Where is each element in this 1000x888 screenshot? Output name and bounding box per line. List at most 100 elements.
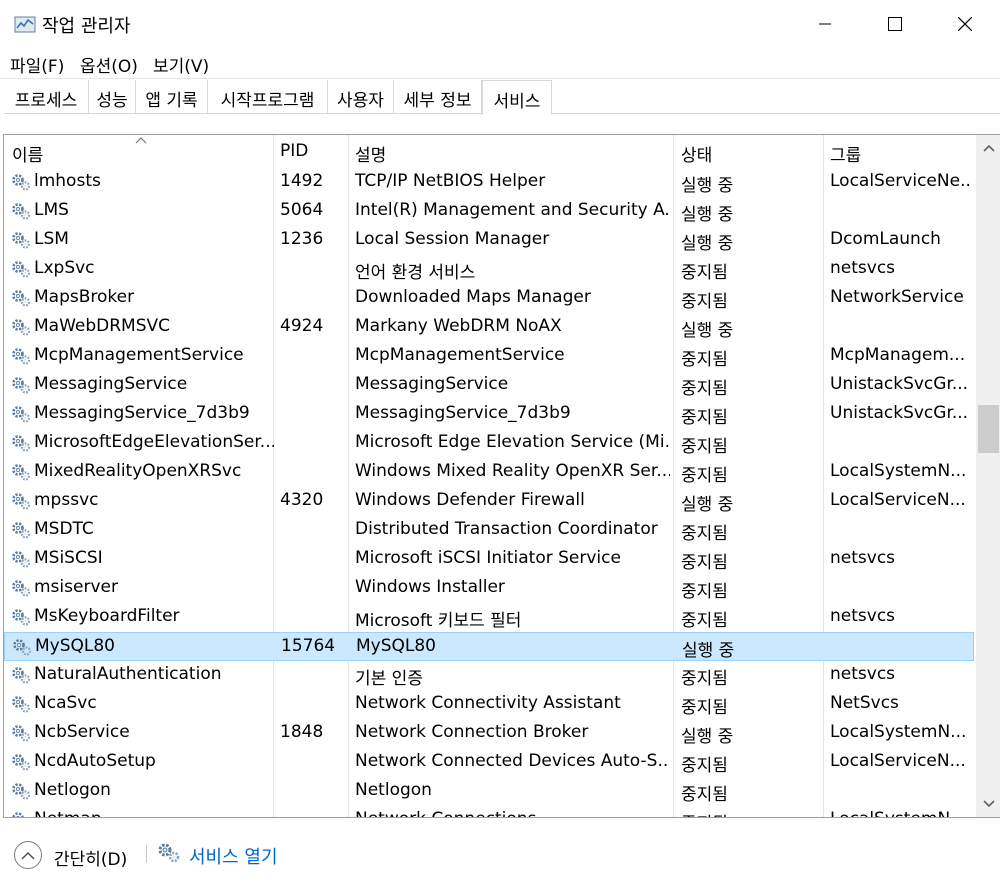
service-group: netsvcs (830, 664, 896, 684)
service-gear-icon (13, 639, 32, 656)
service-name: lmhosts (34, 171, 101, 191)
service-gear-icon (12, 783, 31, 800)
service-gear-icon (12, 812, 24, 817)
table-row[interactable]: LMS 5064 Intel(R) Management and Security … (4, 197, 974, 226)
service-description: Distributed Transaction Coordinator (355, 519, 658, 539)
service-description: Markany WebDRM NoAX (355, 316, 562, 336)
service-name: msiserver (34, 577, 118, 597)
table-row[interactable]: mpssvc 4320 Windows Defender Firewall 실행 중 L… (4, 487, 974, 516)
tab-performance[interactable]: 성능 (89, 80, 136, 114)
service-gear-icon (12, 667, 31, 684)
table-row[interactable]: NcdAutoSetup Network Connected Devices Au… (4, 748, 974, 777)
tab-details[interactable]: 세부 정보 (394, 80, 482, 114)
service-description: Network Connected Devices Auto-S... (355, 751, 670, 771)
service-description: MessagingService_7d3b9 (355, 403, 571, 423)
table-row[interactable]: MSiSCSI Microsoft iSCSI Initiator Service… (4, 545, 974, 574)
table-row[interactable]: Netlogon Netlogon 중지됨 (4, 777, 974, 806)
collapse-button[interactable] (14, 841, 42, 869)
tab-startup[interactable]: 시작프로그램 (208, 80, 328, 114)
service-group: UnistackSvcGr... (830, 374, 969, 394)
table-row[interactable]: NcaSvc Network Connectivity Assistant 중지됨 N… (4, 690, 974, 719)
menu-file[interactable]: 파일(F) (10, 52, 64, 77)
table-row[interactable]: NcbService 1848 Network Connection Broker 실… (4, 719, 974, 748)
service-status: 실행 중 (682, 641, 735, 661)
service-group: netsvcs (830, 548, 896, 568)
scroll-up-button[interactable] (976, 135, 1000, 160)
table-row[interactable]: NaturalAuthentication 기본 인증 중지됨 netsvcs (4, 661, 974, 690)
service-group: NetworkService (830, 287, 964, 307)
open-services-link[interactable]: 서비스 열기 (189, 843, 278, 869)
table-row[interactable]: MixedRealityOpenXRSvc Windows Mixed Reali… (4, 458, 974, 487)
service-status: 실행 중 (681, 321, 734, 341)
menu-options[interactable]: 옵션(O) (80, 52, 138, 77)
maximize-icon (888, 17, 902, 31)
service-name: LSM (34, 229, 69, 249)
service-name: MapsBroker (34, 287, 135, 307)
table-row[interactable]: Netman Network Connections 중지됨 LocalSystemN… (4, 806, 974, 817)
service-description: Microsoft Edge Elevation Service (Mi... (355, 432, 670, 452)
service-description: Downloaded Maps Manager (355, 287, 591, 307)
table-row[interactable]: MSDTC Distributed Transaction Coordinator… (4, 516, 974, 545)
service-group: McpManagem... (830, 345, 966, 365)
column-header-status[interactable]: 상태 (681, 135, 712, 168)
tab-services[interactable]: 서비스 (482, 80, 552, 115)
service-name: McpManagementService (34, 345, 244, 365)
minimize-icon (819, 23, 831, 25)
service-gear-icon (12, 174, 31, 191)
close-button[interactable] (930, 0, 1000, 48)
service-gear-icon (12, 261, 31, 278)
service-name: LMS (34, 200, 69, 220)
table-row[interactable]: MessagingService MessagingService 중지됨 Unist… (4, 371, 974, 400)
table-row[interactable]: MessagingService_7d3b9 MessagingService_7… (4, 400, 974, 429)
service-group: NetSvcs (830, 693, 899, 713)
service-description: Microsoft 키보드 필터 (355, 611, 522, 631)
service-description: Microsoft iSCSI Initiator Service (355, 548, 621, 568)
table-row-selected[interactable]: MySQL80 15764 MySQL80 실행 중 (4, 632, 974, 661)
service-gear-icon (12, 406, 31, 423)
column-header-pid[interactable]: PID (280, 135, 308, 168)
service-status: 중지됨 (681, 292, 728, 312)
service-status: 중지됨 (681, 611, 728, 631)
table-row[interactable]: LSM 1236 Local Session Manager 실행 중 DcomLaun… (4, 226, 974, 255)
service-group: netsvcs (830, 258, 896, 278)
column-header-group[interactable]: 그룹 (830, 135, 861, 168)
column-header-name[interactable]: 이름 (12, 135, 43, 168)
tab-app-history[interactable]: 앱 기록 (136, 80, 208, 114)
task-manager-icon (14, 16, 36, 33)
vertical-scrollbar[interactable] (976, 135, 1000, 817)
minimize-button[interactable] (790, 0, 860, 48)
scrollbar-thumb[interactable] (978, 405, 999, 453)
service-name: mpssvc (34, 490, 99, 510)
table-row[interactable]: lmhosts 1492 TCP/IP NetBIOS Helper 실행 중 Loca… (4, 168, 974, 197)
service-description: Windows Defender Firewall (355, 490, 585, 510)
menu-bar: 파일(F) 옵션(O) 보기(V) (0, 48, 1000, 78)
table-row[interactable]: MicrosoftEdgeElevationSer... Microsoft Ed… (4, 429, 974, 458)
title-bar: 작업 관리자 (0, 0, 1000, 48)
service-pid: 1848 (280, 722, 324, 742)
service-gear-icon (12, 232, 31, 249)
column-header-description[interactable]: 설명 (355, 135, 386, 168)
service-name: Netman (34, 809, 274, 817)
services-gear-icon (158, 843, 180, 863)
table-row[interactable]: MapsBroker Downloaded Maps Manager 중지됨 Netw… (4, 284, 974, 313)
scroll-down-button[interactable] (976, 791, 1000, 816)
service-name: NaturalAuthentication (34, 664, 222, 684)
close-icon (958, 17, 972, 31)
service-gear-icon (12, 725, 31, 742)
service-gear-icon (12, 551, 31, 568)
maximize-button[interactable] (860, 0, 930, 48)
column-header-row: 이름 PID 설명 상태 그룹 (4, 135, 974, 168)
table-row[interactable]: LxpSvc 언어 환경 서비스 중지됨 netsvcs (4, 255, 974, 284)
table-row[interactable]: MaWebDRMSVC 4924 Markany WebDRM NoAX 실행 중 (4, 313, 974, 342)
collapse-label[interactable]: 간단히(D) (54, 845, 127, 870)
table-row[interactable]: msiserver Windows Installer 중지됨 (4, 574, 974, 603)
service-description: MySQL80 (356, 636, 437, 656)
table-row[interactable]: MsKeyboardFilter Microsoft 키보드 필터 중지됨 netsv… (4, 603, 974, 632)
service-status: 중지됨 (681, 698, 728, 718)
service-gear-icon (12, 435, 31, 452)
service-description: Local Session Manager (355, 229, 550, 249)
tab-processes[interactable]: 프로세스 (4, 80, 89, 114)
tab-users[interactable]: 사용자 (328, 80, 394, 114)
menu-view[interactable]: 보기(V) (153, 52, 209, 77)
table-row[interactable]: McpManagementService McpManagementService… (4, 342, 974, 371)
